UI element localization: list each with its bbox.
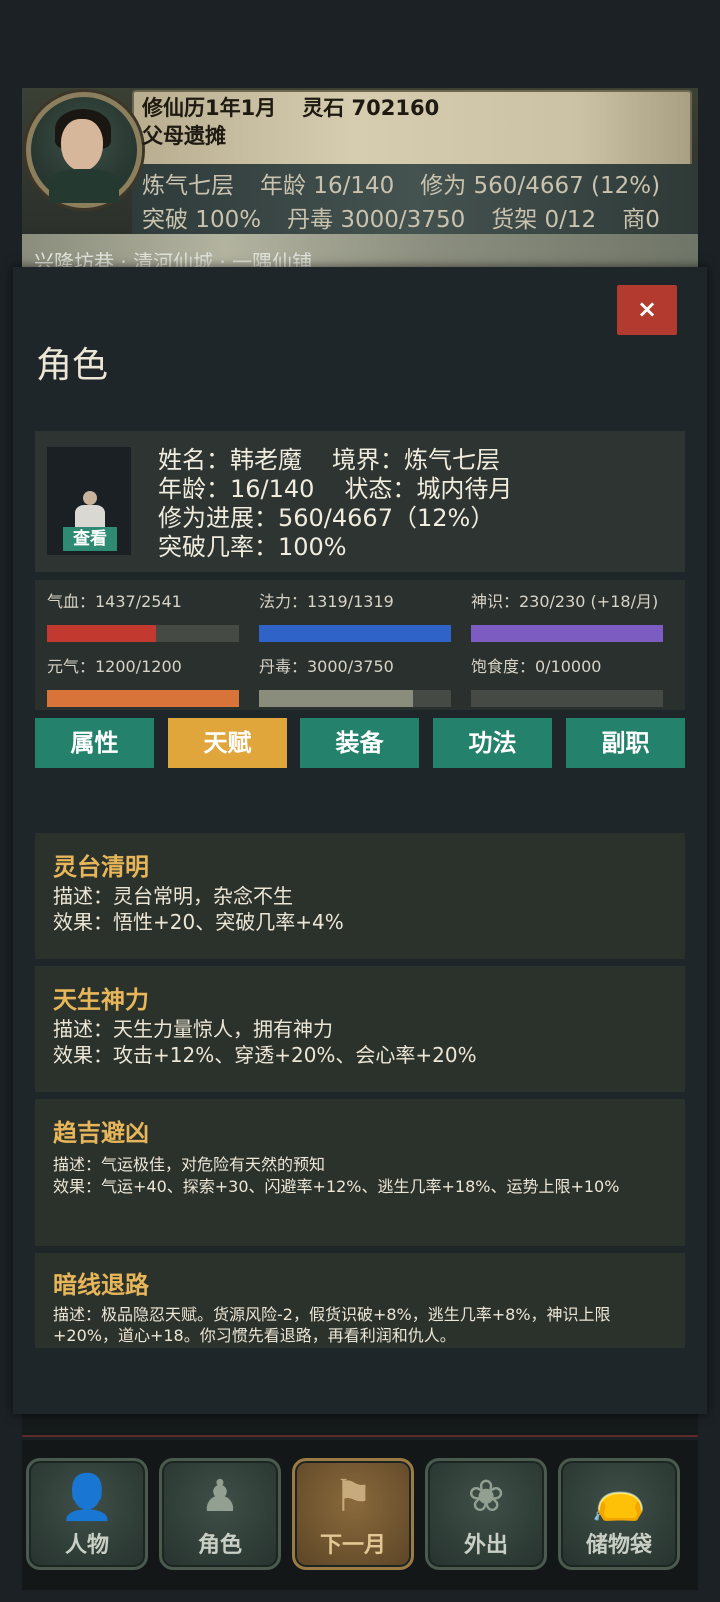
breakthrough-value: 突破几率：100% [158, 533, 347, 561]
talent-name: 天生神力 [53, 986, 149, 1014]
stat-pill-toxin: 丹毒：3000/3750 [259, 653, 451, 707]
header-stats-row-2: 突破 100% 丹毒 3000/3750 货架 0/12 商0 [142, 200, 686, 234]
tab-talents[interactable]: 天赋 [168, 718, 287, 768]
spirit-stone-label: 灵石 702160 [302, 96, 440, 120]
shop-label: 商0 [622, 207, 660, 233]
talent-card: 暗线退路 描述：极品隐忍天赋。货源风险-2，假货识破+8%，逃生几率+8%，神识… [35, 1253, 685, 1348]
tab-techniques[interactable]: 功法 [433, 718, 552, 768]
stat-fill [471, 625, 663, 642]
cultivation-label: 修为 560/4667 (12%) [420, 173, 661, 199]
tab-bar: 属性 天赋 装备 功法 副职 [35, 718, 685, 768]
talent-desc: 描述：气运极佳，对危险有天然的预知 [53, 1155, 326, 1174]
age-label: 年龄 16/140 [260, 173, 395, 199]
talent-name: 灵台清明 [53, 853, 149, 881]
stat-label: 法力：1319/1319 [259, 592, 394, 611]
stat-bar [47, 690, 239, 707]
stat-bar [47, 625, 239, 642]
stat-label: 神识：230/230 (+18/月) [471, 592, 659, 611]
close-button[interactable]: × [617, 285, 677, 335]
avatar-body [49, 169, 119, 203]
stat-bar [259, 625, 451, 642]
profile-card: 查看 姓名：韩老魔 境界：炼气七层 年龄：16/140 状态：城内待月 修为进展：5… [35, 431, 685, 572]
stat-label: 丹毒：3000/3750 [259, 657, 394, 676]
person-icon: 👤 [59, 1472, 115, 1523]
stat-label: 饱食度：0/10000 [471, 657, 602, 676]
lotus-icon: ❀ [467, 1471, 505, 1522]
location-label: 父母遗摊 [142, 124, 226, 148]
view-button[interactable]: 查看 [63, 527, 117, 551]
stat-fill [259, 690, 413, 707]
tab-equipment[interactable]: 装备 [300, 718, 419, 768]
talent-effect: 效果：攻击+12%、穿透+20%、会心率+20% [53, 1043, 477, 1067]
nav-person-button[interactable]: 👤 人物 [26, 1458, 148, 1570]
nav-next-month-button[interactable]: ⚑ 下一月 [292, 1458, 414, 1570]
avatar-face [61, 119, 103, 171]
portrait-figure-head [83, 491, 97, 505]
character-portrait: 查看 [47, 447, 131, 555]
talent-effect: 效果：悟性+20、突破几率+4% [53, 910, 344, 934]
tab-side-jobs[interactable]: 副职 [566, 718, 685, 768]
talent-desc: 描述：灵台常明，杂念不生 [53, 884, 293, 908]
pill-toxin-label: 丹毒 3000/3750 [287, 207, 466, 233]
nav-label: 外出 [463, 1533, 508, 1558]
bag-icon: 👝 [591, 1472, 647, 1523]
talent-card: 趋吉避凶 描述：气运极佳，对危险有天然的预知 效果：气运+40、探索+30、闪避… [35, 1099, 685, 1246]
stat-label: 元气：1200/1200 [47, 657, 182, 676]
bottom-nav: 👤 人物 ♟ 角色 ⚑ 下一月 ❀ 外出 👝 储物袋 [22, 1440, 698, 1590]
character-icon: ♟ [200, 1471, 240, 1522]
header-stats-row-1: 炼气七层 年龄 16/140 修为 560/4667 (12%) [142, 166, 686, 200]
modal-title: 角色 [36, 345, 109, 386]
talent-desc: 描述：极品隐忍天赋。货源风险-2，假货识破+8%，逃生几率+8%，神识上限+20… [53, 1305, 611, 1345]
stat-hp: 气血：1437/2541 [47, 588, 239, 642]
stat-bar [471, 690, 663, 707]
shelf-label: 货架 0/12 [491, 207, 597, 233]
flag-icon: ⚑ [333, 1471, 373, 1522]
nav-storage-bag-button[interactable]: 👝 储物袋 [558, 1458, 680, 1570]
talent-list[interactable]: 灵台清明 描述：灵台常明，杂念不生 效果：悟性+20、突破几率+4% 天生神力 … [35, 833, 685, 1348]
stat-fill [47, 690, 239, 707]
realm-label: 炼气七层 [142, 173, 234, 199]
tab-attributes[interactable]: 属性 [35, 718, 154, 768]
nav-character-button[interactable]: ♟ 角色 [159, 1458, 281, 1570]
stat-bar [471, 625, 663, 642]
header-date-row: 修仙历1年1月 灵石 702160 [142, 92, 465, 122]
talent-card: 天生神力 描述：天生力量惊人，拥有神力 效果：攻击+12%、穿透+20%、会心率… [35, 966, 685, 1092]
player-avatar[interactable] [26, 92, 142, 208]
nav-label: 储物袋 [585, 1533, 652, 1558]
talent-desc: 描述：天生力量惊人，拥有神力 [53, 1017, 333, 1041]
nav-label: 人物 [64, 1533, 109, 1558]
breakthrough-label: 突破 100% [142, 207, 262, 233]
stat-fill [259, 625, 451, 642]
nav-label: 下一月 [319, 1533, 386, 1558]
stat-spirit-sense: 神识：230/230 (+18/月) [471, 588, 663, 642]
stat-label: 气血：1437/2541 [47, 592, 182, 611]
talent-name: 暗线退路 [53, 1271, 149, 1299]
stat-vitality: 元气：1200/1200 [47, 653, 239, 707]
talent-effect: 效果：气运+40、探索+30、闪避率+12%、逃生几率+18%、运势上限+10% [53, 1177, 620, 1196]
talent-card: 灵台清明 描述：灵台常明，杂念不生 效果：悟性+20、突破几率+4% [35, 833, 685, 959]
nav-label: 角色 [197, 1533, 242, 1558]
date-label: 修仙历1年1月 [142, 96, 277, 120]
nav-outing-button[interactable]: ❀ 外出 [425, 1458, 547, 1570]
stat-bar [259, 690, 451, 707]
stats-panel: 气血：1437/2541 法力：1319/1319 神识：230/230 (+1… [35, 580, 685, 710]
stat-fill [47, 625, 156, 642]
talent-name: 趋吉避凶 [53, 1119, 149, 1147]
stat-mana: 法力：1319/1319 [259, 588, 451, 642]
stat-satiety: 饱食度：0/10000 [471, 653, 663, 707]
